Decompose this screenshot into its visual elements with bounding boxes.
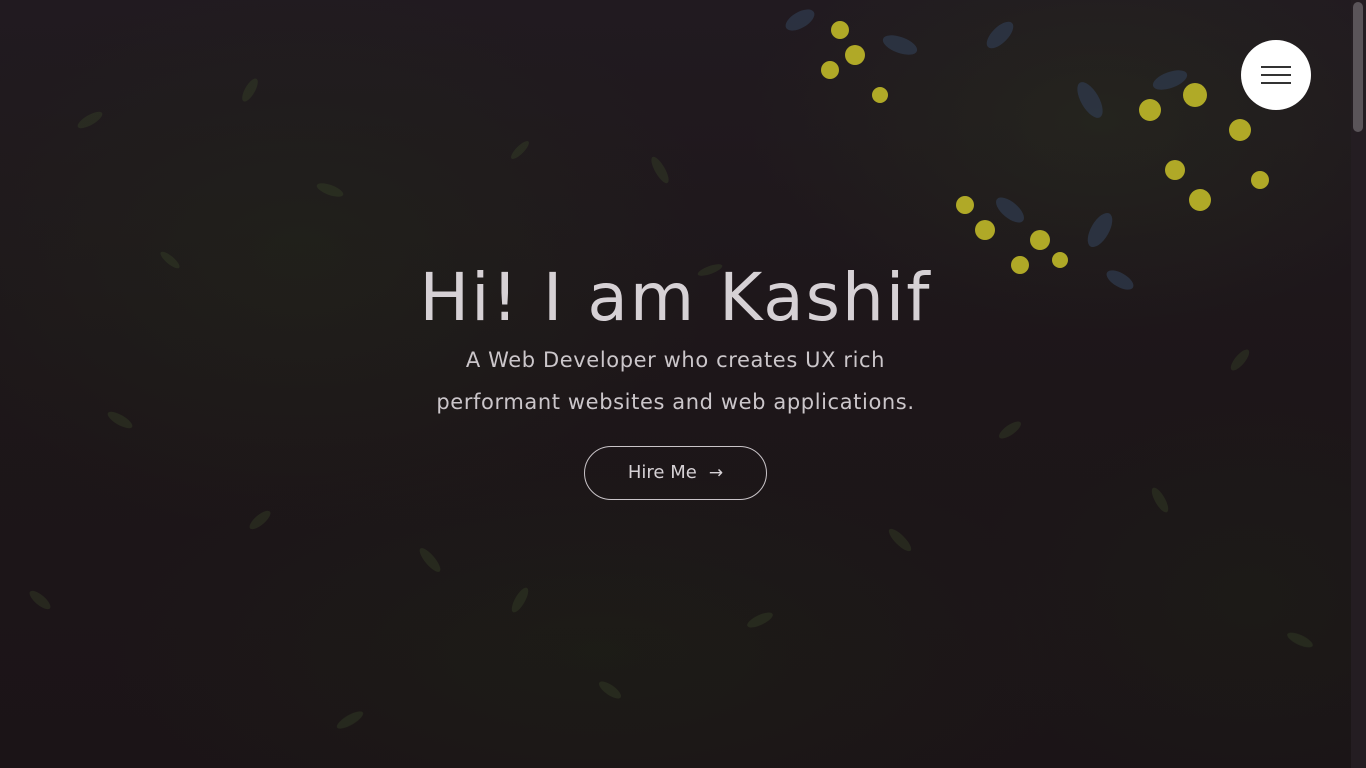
hero-section: Hi! I am Kashif A Web Developer who crea… <box>0 0 1351 768</box>
hire-me-label: Hire Me <box>627 462 697 483</box>
hero-title: Hi! I am Kashif <box>419 259 932 336</box>
vertical-scrollbar[interactable] <box>1351 0 1366 768</box>
hamburger-bar-middle <box>1261 74 1291 76</box>
scrollbar-thumb[interactable] <box>1353 2 1363 132</box>
arrow-right-icon: → <box>708 463 724 483</box>
menu-button[interactable] <box>1241 40 1311 110</box>
hamburger-bar-bottom <box>1261 82 1291 84</box>
hire-me-button[interactable]: Hire Me → <box>584 446 767 500</box>
hero-subtitle: A Web Developer who creates UX rich perf… <box>436 348 915 414</box>
hamburger-bar-top <box>1261 66 1291 68</box>
